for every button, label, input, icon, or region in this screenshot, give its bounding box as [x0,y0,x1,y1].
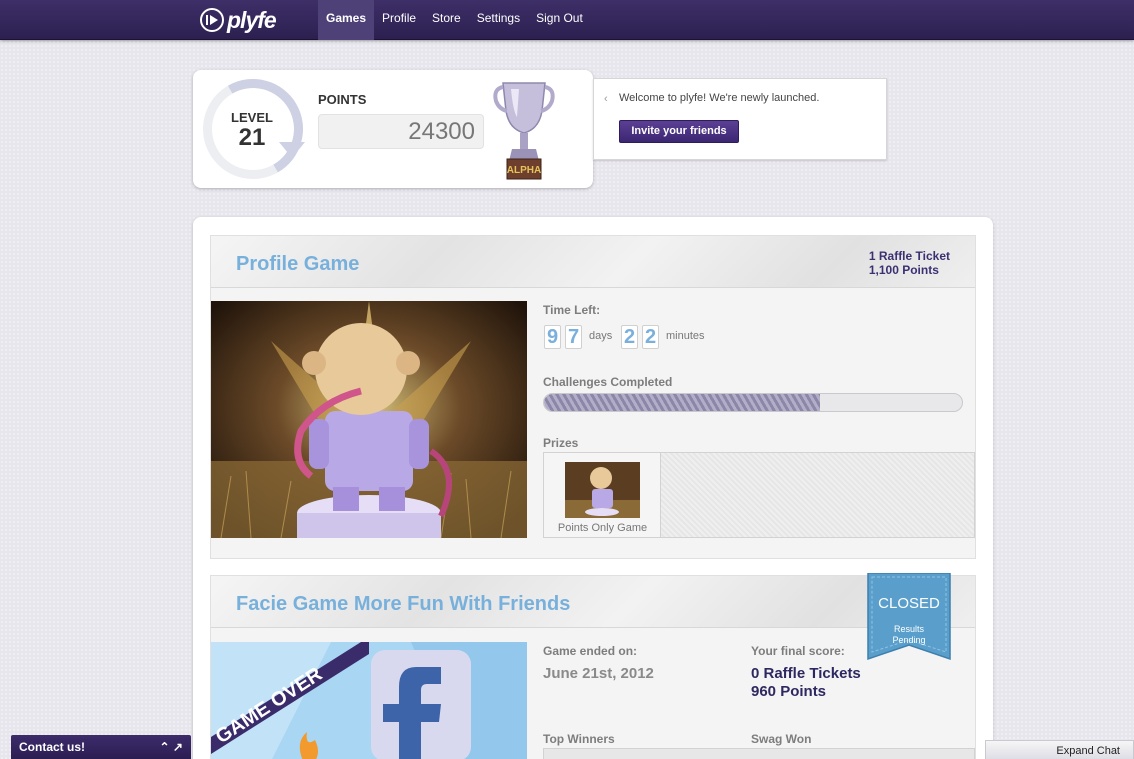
logo-text: plyfe [227,6,277,33]
ended-label: Game ended on: [543,644,638,658]
level-value: 21 [238,124,266,151]
game-rewards: 1 Raffle Ticket 1,100 Points [869,249,950,277]
days-digit: 7 [565,325,582,349]
prize-caption: Points Only Game [557,522,648,534]
challenges-progress-fill [544,394,820,411]
game-image[interactable]: GAME OVER [211,642,527,759]
nav-settings[interactable]: Settings [469,0,528,40]
top-nav: plyfe Games Profile Store Settings Sign … [0,0,1134,40]
level-label: LEVEL [231,110,273,125]
prize-image [565,462,640,518]
minutes-unit: minutes [666,330,705,342]
closed-substatus: Results Pending [892,624,926,645]
nav-links: Games Profile Store Settings Sign Out [318,0,591,40]
swag-won-label: Swag Won [751,732,812,746]
final-points: 960 Points [751,683,827,700]
final-score-label: Your final score: [751,644,845,658]
contact-us-widget[interactable]: Contact us! ⌃ ↗ [11,735,191,759]
ended-date: June 21st, 2012 [543,665,654,682]
stats-card: LEVEL 21 POINTS 24300 ALPHA [191,67,593,191]
points-label: POINTS [318,92,367,107]
game-card: Facie Game More Fun With Friends GAME OV… [210,575,976,759]
challenges-label: Challenges Completed [543,375,673,389]
prizes-list: Points Only Game [543,452,975,538]
play-icon [200,8,224,32]
minutes-digit: 2 [642,325,659,349]
nav-games[interactable]: Games [318,0,375,40]
game-image[interactable] [211,301,527,538]
reward-points: 1,100 Points [868,263,939,277]
welcome-message: Welcome to plyfe! We're newly launched. [619,92,820,104]
time-left-label: Time Left: [543,303,601,317]
alpha-trophy-icon: ALPHA [493,82,555,180]
nav-store[interactable]: Store [424,0,469,40]
prizes-label: Prizes [543,436,579,450]
game-header: Profile Game 1 Raffle Ticket 1,100 Point… [211,236,975,288]
game-title[interactable]: Facie Game More Fun With Friends [236,593,570,616]
expand-chat-button[interactable]: Expand Chat [985,740,1134,759]
nav-sign-out[interactable]: Sign Out [528,0,591,40]
welcome-box: ‹ Welcome to plyfe! We're newly launched… [593,78,887,160]
challenges-progress-bar [543,393,963,412]
days-unit: days [589,330,613,342]
closed-status: CLOSED [878,595,940,612]
game-header: Facie Game More Fun With Friends [211,576,975,628]
game-card: Profile Game 1 Raffle Ticket 1,100 Point… [210,235,976,559]
logo[interactable]: plyfe [200,5,277,35]
reward-tickets: 1 Raffle Ticket [868,249,950,263]
prize-item[interactable]: Points Only Game [544,453,661,537]
level-arrow-icon [279,142,305,158]
invite-friends-button[interactable]: Invite your friends [619,120,739,143]
top-winners-label: Top Winners [543,732,615,746]
final-tickets: 0 Raffle Tickets [751,665,861,682]
days-digit: 9 [544,325,561,349]
points-value: 24300 [318,114,484,149]
minutes-digit: 2 [621,325,638,349]
closed-status-ribbon: CLOSED Results Pending [866,573,952,661]
game-title[interactable]: Profile Game [236,253,359,276]
contact-us-label: Contact us! [19,740,85,754]
expand-icon[interactable]: ⌃ ↗ [160,735,183,759]
nav-profile[interactable]: Profile [374,0,424,40]
chevron-left-icon[interactable]: ‹ [604,93,608,105]
badge-text: ALPHA [507,165,541,176]
winners-box [543,748,975,759]
